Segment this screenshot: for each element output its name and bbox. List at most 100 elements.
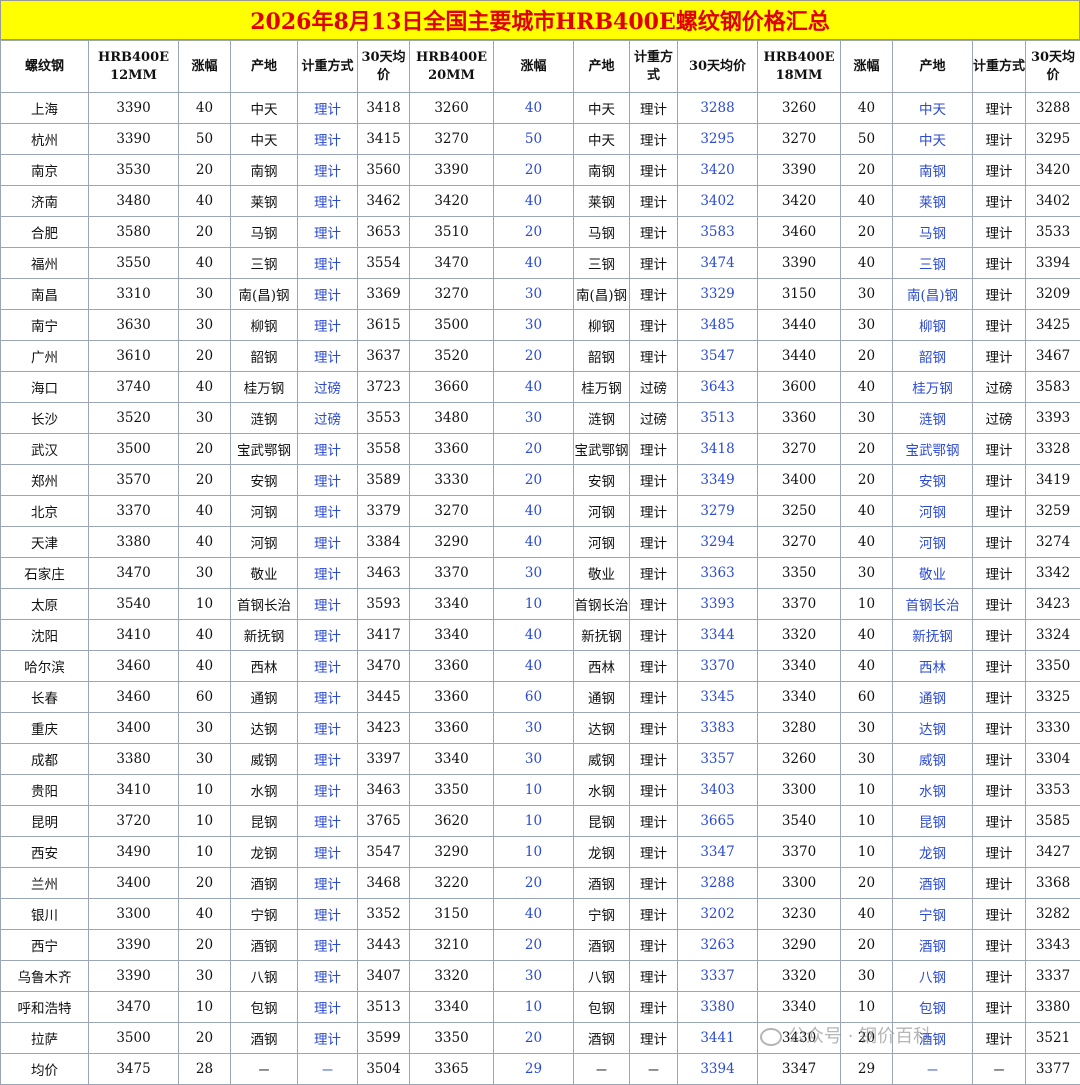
table-cell: 3470	[89, 558, 179, 589]
table-cell: 过磅	[973, 403, 1026, 434]
average-row: 均价347528－－3504336529－－3394334729－－3377	[1, 1054, 1080, 1085]
table-cell: 首钢长治	[574, 589, 630, 620]
table-cell: 3360	[410, 713, 494, 744]
table-cell: 理计	[630, 93, 678, 124]
table-cell: 60	[179, 682, 231, 713]
table-cell: 马钢	[231, 217, 298, 248]
table-cell: 20	[494, 930, 574, 961]
table-cell: 西林	[231, 651, 298, 682]
table-cell: 3363	[678, 558, 758, 589]
table-cell: 理计	[973, 651, 1026, 682]
table-cell: 拉萨	[1, 1023, 89, 1054]
table-cell: 3723	[358, 372, 410, 403]
table-cell: 水钢	[574, 775, 630, 806]
table-cell: 3260	[758, 93, 841, 124]
table-cell: 敬业	[893, 558, 973, 589]
table-cell: －	[973, 1054, 1026, 1085]
table-cell: 威钢	[231, 744, 298, 775]
table-cell: 3300	[758, 775, 841, 806]
table-cell: 3380	[678, 992, 758, 1023]
table-cell: 20	[841, 465, 893, 496]
table-cell: 八钢	[574, 961, 630, 992]
table-cell: 宝武鄂钢	[574, 434, 630, 465]
table-row: 银川330040宁钢理计3352315040宁钢理计3202323040宁钢理计…	[1, 899, 1080, 930]
table-cell: 理计	[630, 279, 678, 310]
table-cell: 三钢	[893, 248, 973, 279]
table-cell: 3328	[1026, 434, 1080, 465]
table-cell: 30	[494, 713, 574, 744]
table-cell: 理计	[630, 992, 678, 1023]
table-cell: 40	[179, 620, 231, 651]
table-cell: 60	[494, 682, 574, 713]
table-cell: 40	[494, 496, 574, 527]
table-cell: 3340	[410, 620, 494, 651]
table-cell: 理计	[630, 341, 678, 372]
table-cell: 3520	[89, 403, 179, 434]
table-cell: 3553	[358, 403, 410, 434]
table-cell: 20	[494, 217, 574, 248]
table-cell: 3353	[1026, 775, 1080, 806]
table-cell: 重庆	[1, 713, 89, 744]
table-cell: 10	[179, 775, 231, 806]
table-cell: 20	[179, 217, 231, 248]
table-row: 海口374040桂万钢过磅3723366040桂万钢过磅3643360040桂万…	[1, 372, 1080, 403]
table-cell: 理计	[973, 899, 1026, 930]
table-cell: 银川	[1, 899, 89, 930]
table-cell: 30	[494, 744, 574, 775]
table-cell: 3418	[678, 434, 758, 465]
table-cell: 理计	[298, 93, 358, 124]
table-row: 西安349010龙钢理计3547329010龙钢理计3347337010龙钢理计…	[1, 837, 1080, 868]
table-row: 沈阳341040新抚钢理计3417334040新抚钢理计3344332040新抚…	[1, 620, 1080, 651]
table-cell: 3340	[410, 589, 494, 620]
table-cell: 莱钢	[574, 186, 630, 217]
table-cell: 40	[841, 248, 893, 279]
table-cell: 3394	[1026, 248, 1080, 279]
table-row: 天津338040河钢理计3384329040河钢理计3294327040河钢理计…	[1, 527, 1080, 558]
table-cell: 3550	[89, 248, 179, 279]
table-cell: 3665	[678, 806, 758, 837]
table-cell: 贵阳	[1, 775, 89, 806]
table-cell: 3460	[89, 651, 179, 682]
table-cell: 3290	[758, 930, 841, 961]
column-header: 计重方式	[630, 41, 678, 93]
table-cell: 40	[179, 248, 231, 279]
table-cell: 酒钢	[574, 1023, 630, 1054]
table-cell: 理计	[298, 806, 358, 837]
table-cell: 理计	[298, 279, 358, 310]
table-cell: 3270	[758, 124, 841, 155]
table-cell: 理计	[973, 992, 1026, 1023]
table-cell: 河钢	[893, 496, 973, 527]
table-row: 长沙352030涟钢过磅3553348030涟钢过磅3513336030涟钢过磅…	[1, 403, 1080, 434]
table-cell: 3720	[89, 806, 179, 837]
table-cell: 30	[179, 558, 231, 589]
table-cell: 理计	[298, 217, 358, 248]
table-cell: 3360	[410, 651, 494, 682]
table-cell: 水钢	[231, 775, 298, 806]
table-cell: 理计	[298, 930, 358, 961]
table-cell: 中天	[893, 93, 973, 124]
table-cell: 3390	[89, 93, 179, 124]
table-cell: 3463	[358, 558, 410, 589]
table-cell: 3460	[89, 682, 179, 713]
table-cell: 石家庄	[1, 558, 89, 589]
table-cell: 3430	[758, 1023, 841, 1054]
table-cell: 新抚钢	[893, 620, 973, 651]
table-cell: 达钢	[231, 713, 298, 744]
table-cell: 3325	[1026, 682, 1080, 713]
table-cell: 3427	[1026, 837, 1080, 868]
table-cell: 10	[841, 992, 893, 1023]
table-cell: 3304	[1026, 744, 1080, 775]
table-cell: 理计	[973, 124, 1026, 155]
column-header: 计重方式	[973, 41, 1026, 93]
table-cell: 10	[494, 775, 574, 806]
page-title: 2026年8月13日全国主要城市HRB400E螺纹钢价格汇总	[0, 0, 1080, 40]
table-cell: 理计	[298, 434, 358, 465]
table-cell: 理计	[298, 465, 358, 496]
table-cell: 宁钢	[893, 899, 973, 930]
table-cell: －	[893, 1054, 973, 1085]
table-cell: 理计	[973, 496, 1026, 527]
table-cell: 理计	[973, 775, 1026, 806]
table-cell: 3513	[678, 403, 758, 434]
table-cell: 理计	[973, 806, 1026, 837]
table-cell: 3270	[758, 527, 841, 558]
